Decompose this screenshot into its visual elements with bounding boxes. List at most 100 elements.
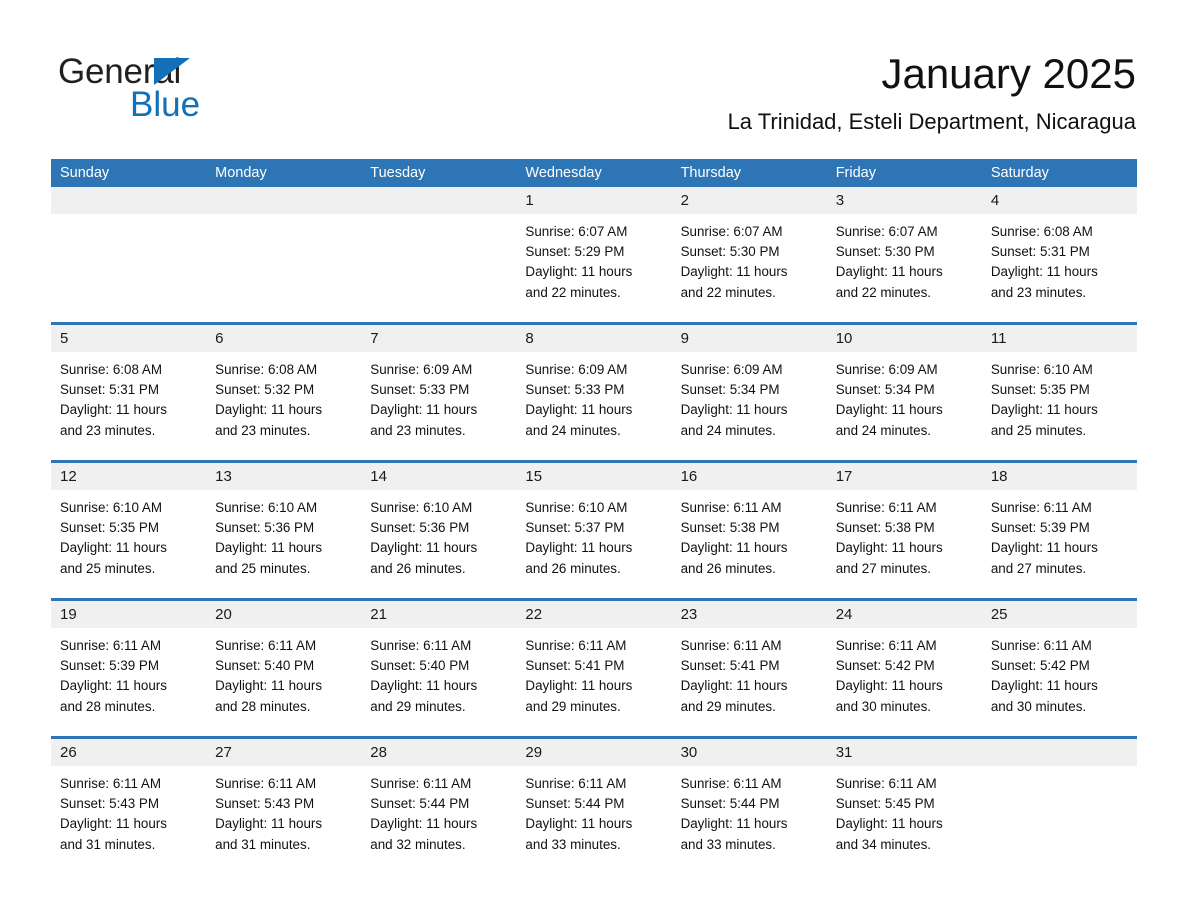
day-number: 27 — [206, 739, 362, 766]
daylight-line2-text: and 33 minutes. — [680, 836, 776, 852]
day-cell[interactable]: 17 Sunrise: 6:11 AM Sunset: 5:38 PM Dayligh… — [826, 463, 982, 598]
day-cell[interactable]: 27 Sunrise: 6:11 AM Sunset: 5:43 PM Dayligh… — [206, 739, 362, 874]
day-details: Sunrise: 6:11 AM Sunset: 5:40 PM Daylight:… — [361, 628, 516, 717]
calendar-page: General Blue January 2025 La Trinidad, E… — [0, 0, 1188, 918]
day-cell[interactable]: 26 Sunrise: 6:11 AM Sunset: 5:43 PM Dayligh… — [51, 739, 207, 874]
sunrise-text: Sunrise: 6:10 AM — [990, 362, 1093, 377]
day-cell[interactable]: 24 Sunrise: 6:11 AM Sunset: 5:42 PM Dayligh… — [826, 601, 982, 736]
daylight-line1-text: Daylight: 11 hours — [215, 402, 323, 418]
day-cell[interactable]: 4 Sunrise: 6:08 AM Sunset: 5:31 PM Daylight… — [981, 187, 1137, 322]
day-cell[interactable]: 13 Sunrise: 6:10 AM Sunset: 5:36 PM Dayligh… — [206, 463, 362, 598]
day-details: Sunrise: 6:11 AM Sunset: 5:45 PM Daylight:… — [827, 766, 982, 855]
day-cell[interactable]: 21 Sunrise: 6:11 AM Sunset: 5:40 PM Dayligh… — [361, 601, 517, 736]
sunrise-text: Sunrise: 6:07 AM — [525, 224, 628, 239]
sunrise-text: Sunrise: 6:07 AM — [680, 224, 783, 239]
day-details: Sunrise: 6:11 AM Sunset: 5:44 PM Daylight:… — [672, 766, 827, 855]
daylight-line2-text: and 23 minutes. — [990, 284, 1087, 300]
sunrise-text: Sunrise: 6:11 AM — [835, 500, 937, 515]
day-number — [361, 187, 517, 214]
day-cell[interactable]: 23 Sunrise: 6:11 AM Sunset: 5:41 PM Dayligh… — [671, 601, 827, 736]
brand-logo[interactable]: General Blue — [58, 52, 358, 124]
sunset-text: Sunset: 5:43 PM — [60, 796, 159, 812]
daylight-line1-text: Daylight: 11 hours — [525, 816, 633, 832]
day-details: Sunrise: 6:11 AM Sunset: 5:41 PM Daylight:… — [516, 628, 671, 717]
daylight-line2-text: and 26 minutes. — [525, 560, 621, 576]
day-cell[interactable]: 14 Sunrise: 6:10 AM Sunset: 5:36 PM Dayligh… — [361, 463, 517, 598]
day-cell[interactable]: 1 Sunrise: 6:07 AM Sunset: 5:29 PM Daylight… — [516, 187, 672, 322]
day-cell[interactable]: 5 Sunrise: 6:08 AM Sunset: 5:31 PM Daylight… — [51, 325, 207, 460]
daylight-line2-text: and 26 minutes. — [680, 560, 776, 576]
day-cell[interactable]: 31 Sunrise: 6:11 AM Sunset: 5:45 PM Dayligh… — [826, 739, 982, 874]
day-cell[interactable]: 28 Sunrise: 6:11 AM Sunset: 5:44 PM Dayligh… — [361, 739, 517, 874]
day-cell[interactable]: 20 Sunrise: 6:11 AM Sunset: 5:40 PM Dayligh… — [206, 601, 362, 736]
day-details: Sunrise: 6:08 AM Sunset: 5:32 PM Daylight:… — [206, 352, 361, 441]
daylight-line1-text: Daylight: 11 hours — [525, 402, 633, 418]
sunrise-text: Sunrise: 6:10 AM — [370, 500, 473, 515]
daylight-line1-text: Daylight: 11 hours — [835, 678, 943, 694]
day-cell[interactable]: 8 Sunrise: 6:09 AM Sunset: 5:33 PM Daylight… — [516, 325, 672, 460]
day-cell[interactable]: 2 Sunrise: 6:07 AM Sunset: 5:30 PM Daylight… — [671, 187, 827, 322]
daylight-line1-text: Daylight: 11 hours — [60, 816, 167, 832]
sunrise-text: Sunrise: 6:11 AM — [990, 500, 1092, 515]
day-number: 22 — [516, 601, 672, 628]
day-details: Sunrise: 6:10 AM Sunset: 5:36 PM Daylight:… — [206, 490, 361, 579]
daylight-line1-text: Daylight: 11 hours — [60, 678, 167, 694]
sunrise-text: Sunrise: 6:11 AM — [835, 776, 937, 791]
day-cell[interactable]: 9 Sunrise: 6:09 AM Sunset: 5:34 PM Daylight… — [671, 325, 827, 460]
daylight-line2-text: and 25 minutes. — [990, 422, 1087, 438]
day-number: 9 — [671, 325, 827, 352]
day-details: Sunrise: 6:07 AM Sunset: 5:30 PM Daylight:… — [827, 214, 982, 303]
day-cell[interactable]: 12 Sunrise: 6:10 AM Sunset: 5:35 PM Dayligh… — [51, 463, 207, 598]
sunset-text: Sunset: 5:45 PM — [835, 796, 935, 812]
sunset-text: Sunset: 5:33 PM — [370, 382, 470, 398]
day-number: 28 — [361, 739, 517, 766]
day-cell[interactable]: 18 Sunrise: 6:11 AM Sunset: 5:39 PM Dayligh… — [981, 463, 1137, 598]
daylight-line1-text: Daylight: 11 hours — [680, 264, 788, 280]
day-number — [206, 187, 362, 214]
day-number: 8 — [516, 325, 672, 352]
daylight-line1-text: Daylight: 11 hours — [525, 264, 633, 280]
day-cell[interactable]: 11 Sunrise: 6:10 AM Sunset: 5:35 PM Dayligh… — [981, 325, 1137, 460]
sunset-text: Sunset: 5:35 PM — [60, 520, 159, 536]
day-cell[interactable]: 16 Sunrise: 6:11 AM Sunset: 5:38 PM Dayligh… — [671, 463, 827, 598]
day-details: Sunrise: 6:11 AM Sunset: 5:44 PM Daylight:… — [361, 766, 516, 855]
weekday-header-monday: Monday — [215, 165, 267, 181]
day-details: Sunrise: 6:11 AM Sunset: 5:43 PM Daylight:… — [206, 766, 361, 855]
daylight-line1-text: Daylight: 11 hours — [525, 540, 633, 556]
page-title: January 2025 — [881, 50, 1136, 97]
sunrise-text: Sunrise: 6:10 AM — [215, 500, 318, 515]
daylight-line2-text: and 25 minutes. — [60, 560, 156, 576]
sunset-text: Sunset: 5:42 PM — [990, 658, 1090, 674]
day-cell[interactable]: 30 Sunrise: 6:11 AM Sunset: 5:44 PM Dayligh… — [671, 739, 827, 874]
sunset-text: Sunset: 5:36 PM — [370, 520, 470, 536]
sunrise-text: Sunrise: 6:11 AM — [60, 638, 161, 653]
day-number: 17 — [826, 463, 982, 490]
day-number: 25 — [981, 601, 1137, 628]
day-number: 18 — [981, 463, 1137, 490]
day-details: Sunrise: 6:10 AM Sunset: 5:35 PM Daylight:… — [982, 352, 1137, 441]
day-cell[interactable]: 19 Sunrise: 6:11 AM Sunset: 5:39 PM Dayligh… — [51, 601, 207, 736]
day-cell-empty — [206, 187, 362, 322]
day-cell[interactable]: 6 Sunrise: 6:08 AM Sunset: 5:32 PM Daylight… — [206, 325, 362, 460]
day-cell[interactable]: 3 Sunrise: 6:07 AM Sunset: 5:30 PM Daylight… — [826, 187, 982, 322]
daylight-line1-text: Daylight: 11 hours — [680, 816, 788, 832]
week-row: 1 Sunrise: 6:07 AM Sunset: 5:29 PM Daylight… — [51, 187, 1137, 322]
day-details: Sunrise: 6:11 AM Sunset: 5:44 PM Daylight:… — [516, 766, 671, 855]
daylight-line1-text: Daylight: 11 hours — [60, 540, 167, 556]
day-number: 31 — [826, 739, 982, 766]
day-cell[interactable]: 10 Sunrise: 6:09 AM Sunset: 5:34 PM Dayligh… — [826, 325, 982, 460]
sunset-text: Sunset: 5:43 PM — [215, 796, 315, 812]
daylight-line2-text: and 24 minutes. — [835, 422, 931, 438]
sunrise-text: Sunrise: 6:11 AM — [990, 638, 1092, 653]
day-cell[interactable]: 7 Sunrise: 6:09 AM Sunset: 5:33 PM Daylight… — [361, 325, 517, 460]
sunrise-text: Sunrise: 6:11 AM — [680, 500, 782, 515]
day-cell[interactable]: 15 Sunrise: 6:10 AM Sunset: 5:37 PM Dayligh… — [516, 463, 672, 598]
sunrise-text: Sunrise: 6:11 AM — [60, 776, 161, 791]
day-cell[interactable]: 25 Sunrise: 6:11 AM Sunset: 5:42 PM Dayligh… — [981, 601, 1137, 736]
sunrise-text: Sunrise: 6:09 AM — [835, 362, 938, 377]
daylight-line2-text: and 33 minutes. — [525, 836, 621, 852]
day-details: Sunrise: 6:11 AM Sunset: 5:38 PM Daylight:… — [672, 490, 827, 579]
day-cell[interactable]: 29 Sunrise: 6:11 AM Sunset: 5:44 PM Dayligh… — [516, 739, 672, 874]
day-cell[interactable]: 22 Sunrise: 6:11 AM Sunset: 5:41 PM Dayligh… — [516, 601, 672, 736]
sunset-text: Sunset: 5:44 PM — [370, 796, 470, 812]
